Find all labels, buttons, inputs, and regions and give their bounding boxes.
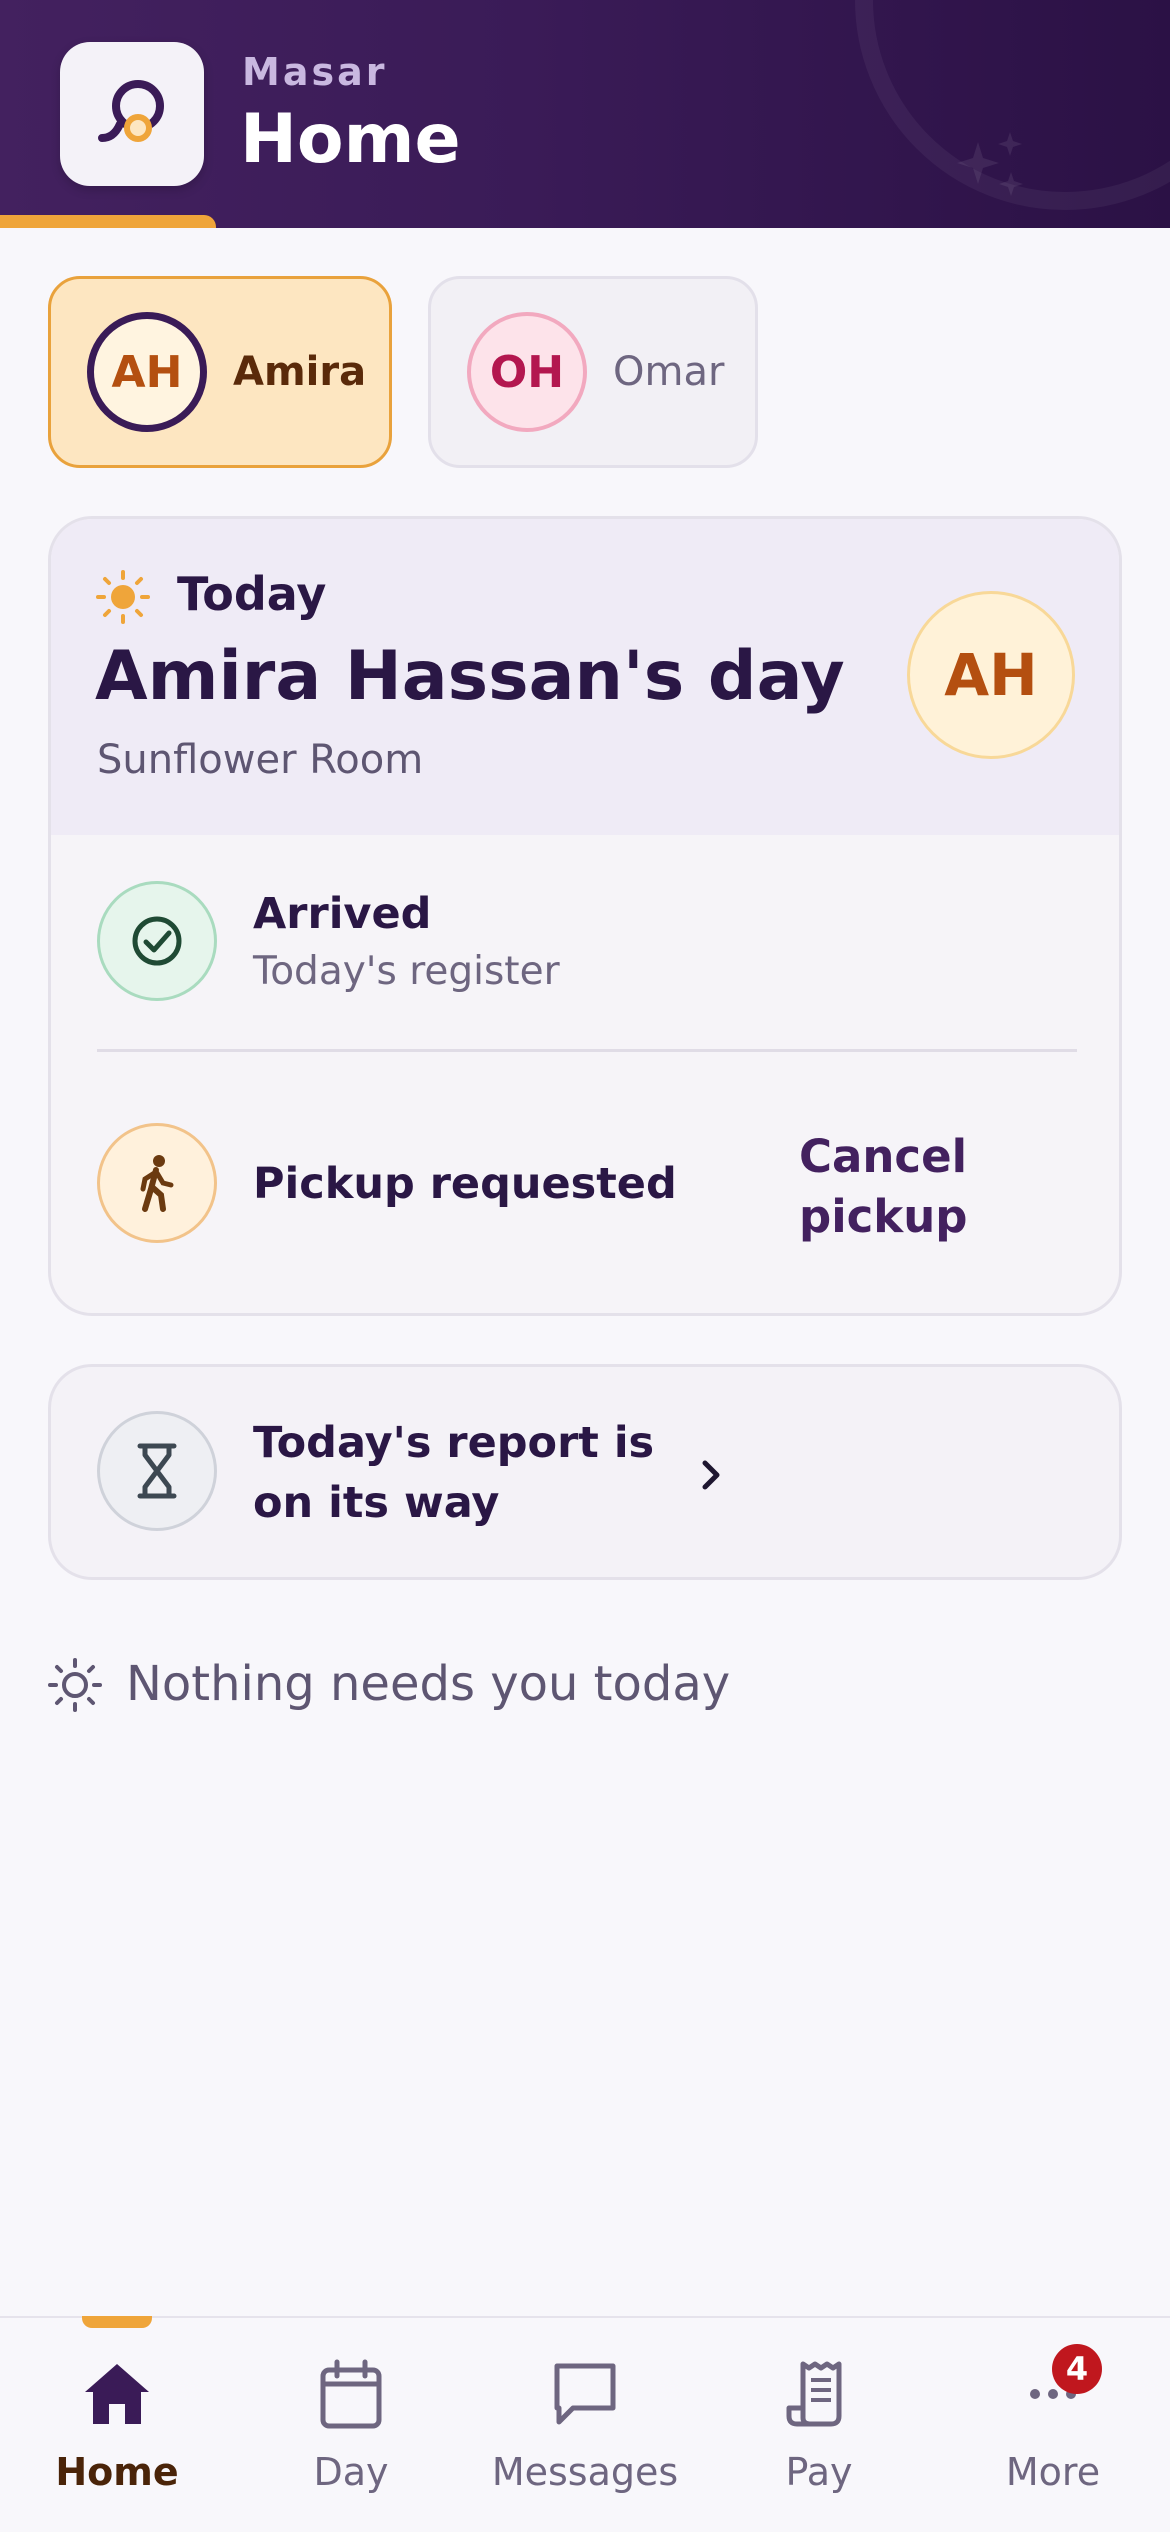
room-name: Sunflower Room [97, 737, 424, 783]
walking-person-icon [140, 1155, 174, 1212]
tab-active-indicator [82, 2316, 152, 2328]
chevron-right-icon [702, 1460, 720, 1490]
sun-icon [96, 570, 150, 624]
tab-label: Day [313, 2450, 389, 2494]
avatar: AH [87, 312, 207, 432]
tab-label: Messages [491, 2450, 679, 2494]
tab-label: More [1005, 2450, 1101, 2494]
avatar: AH [907, 591, 1075, 759]
cancel-pickup-button[interactable]: Cancel pickup [799, 1127, 1039, 1247]
notification-badge: 4 [1052, 2344, 1102, 2394]
hourglass-icon [137, 1443, 177, 1499]
child-chip-omar[interactable]: OH Omar [428, 276, 758, 468]
avatar: OH [467, 312, 587, 432]
tab-label: Home [55, 2450, 179, 2494]
empty-state-text: Nothing needs you today [126, 1656, 731, 1712]
arrived-status-icon [97, 881, 217, 1001]
app-logo [60, 42, 204, 186]
hourglass-icon-container [97, 1411, 217, 1531]
today-label: Today [177, 567, 327, 621]
child-chip-label: Amira [233, 349, 367, 395]
tab-home[interactable]: Home [0, 2330, 234, 2510]
tab-pay[interactable]: Pay [702, 2330, 936, 2510]
arrived-title: Arrived [253, 889, 432, 939]
divider [97, 1049, 1077, 1052]
receipt-icon [786, 2361, 842, 2427]
child-day-title: Amira Hassan's day [95, 637, 845, 716]
tab-day[interactable]: Day [234, 2330, 468, 2510]
today-card: Today Amira Hassan's day Sunflower Room … [48, 516, 1122, 1316]
chat-icon [554, 2363, 616, 2425]
header-accent-bar [0, 215, 216, 228]
sun-outline-icon [48, 1658, 102, 1712]
child-chip-label: Omar [613, 349, 725, 395]
tab-label: Pay [785, 2450, 853, 2494]
child-chip-amira[interactable]: AH Amira [48, 276, 392, 468]
calendar-icon [320, 2359, 382, 2429]
app-header: Masar Home [0, 0, 1170, 228]
masar-logo-icon [98, 80, 164, 142]
report-title: Today's report is on its way [253, 1418, 655, 1528]
pickup-status-icon [97, 1123, 217, 1243]
check-circle-icon [132, 916, 182, 966]
page-title: Home [240, 100, 461, 179]
tab-messages[interactable]: Messages [468, 2330, 702, 2510]
app-name: Masar [242, 50, 388, 94]
sparkle-icon [957, 132, 1023, 196]
pickup-title: Pickup requested [253, 1159, 677, 1209]
tab-more[interactable]: More [936, 2330, 1170, 2510]
home-icon [85, 2364, 149, 2424]
report-card[interactable]: Today's report is on its way [48, 1364, 1122, 1580]
arrived-subtitle: Today's register [253, 949, 560, 994]
